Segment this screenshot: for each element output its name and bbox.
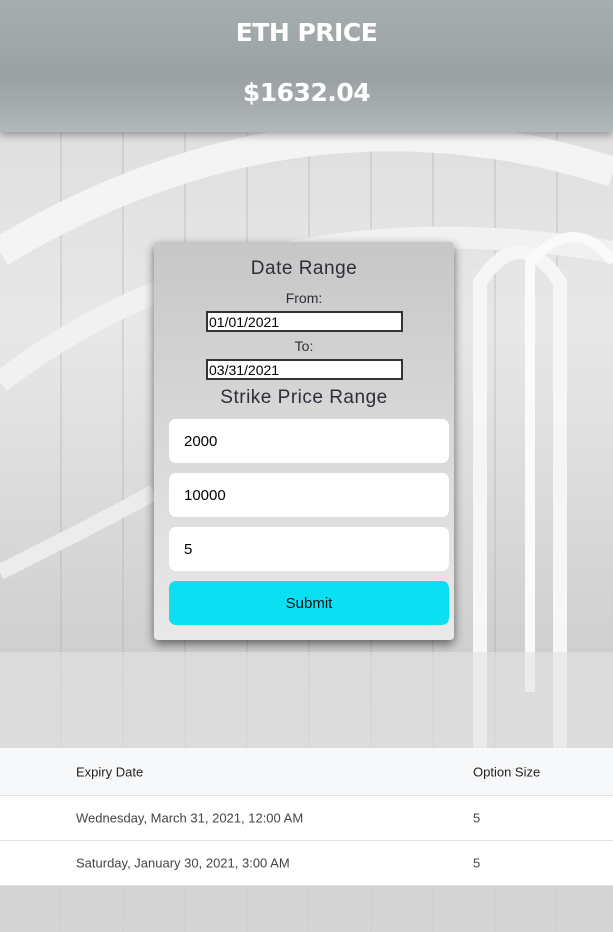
strike-price-range-heading: Strike Price Range <box>220 387 388 408</box>
table-row: Wednesday, March 31, 2021, 12:00 AM 5 <box>0 796 613 841</box>
table-header-row: Expiry Date Option Size <box>0 748 613 796</box>
options-table: Expiry Date Option Size Wednesday, March… <box>0 748 613 886</box>
from-label: From: <box>285 290 323 306</box>
option-size-column-header: Option Size <box>473 764 541 779</box>
table-row: Saturday, January 30, 2021, 3:00 AM 5 <box>0 841 613 886</box>
to-date-input[interactable] <box>206 359 403 380</box>
option-filter-form: Date Range From: To: Strike Price Range … <box>154 242 454 640</box>
date-range-heading: Date Range <box>250 258 358 279</box>
eth-price-value: $1632.04 <box>242 78 371 107</box>
expiry-date-cell: Wednesday, March 31, 2021, 12:00 AM <box>76 810 304 826</box>
option-size-input[interactable] <box>169 527 449 571</box>
expiry-date-cell: Saturday, January 30, 2021, 3:00 AM <box>76 855 290 871</box>
option-size-cell: 5 <box>473 855 481 871</box>
page-title: ETH PRICE <box>235 18 378 47</box>
from-date-input[interactable] <box>206 311 403 332</box>
option-size-cell: 5 <box>473 810 481 826</box>
submit-button[interactable]: Submit <box>169 581 449 625</box>
expiry-date-column-header: Expiry Date <box>76 764 144 779</box>
to-label: To: <box>294 338 314 354</box>
strike-max-input[interactable] <box>169 473 449 517</box>
price-header: ETH PRICE $1632.04 <box>0 0 613 132</box>
strike-min-input[interactable] <box>169 419 449 463</box>
